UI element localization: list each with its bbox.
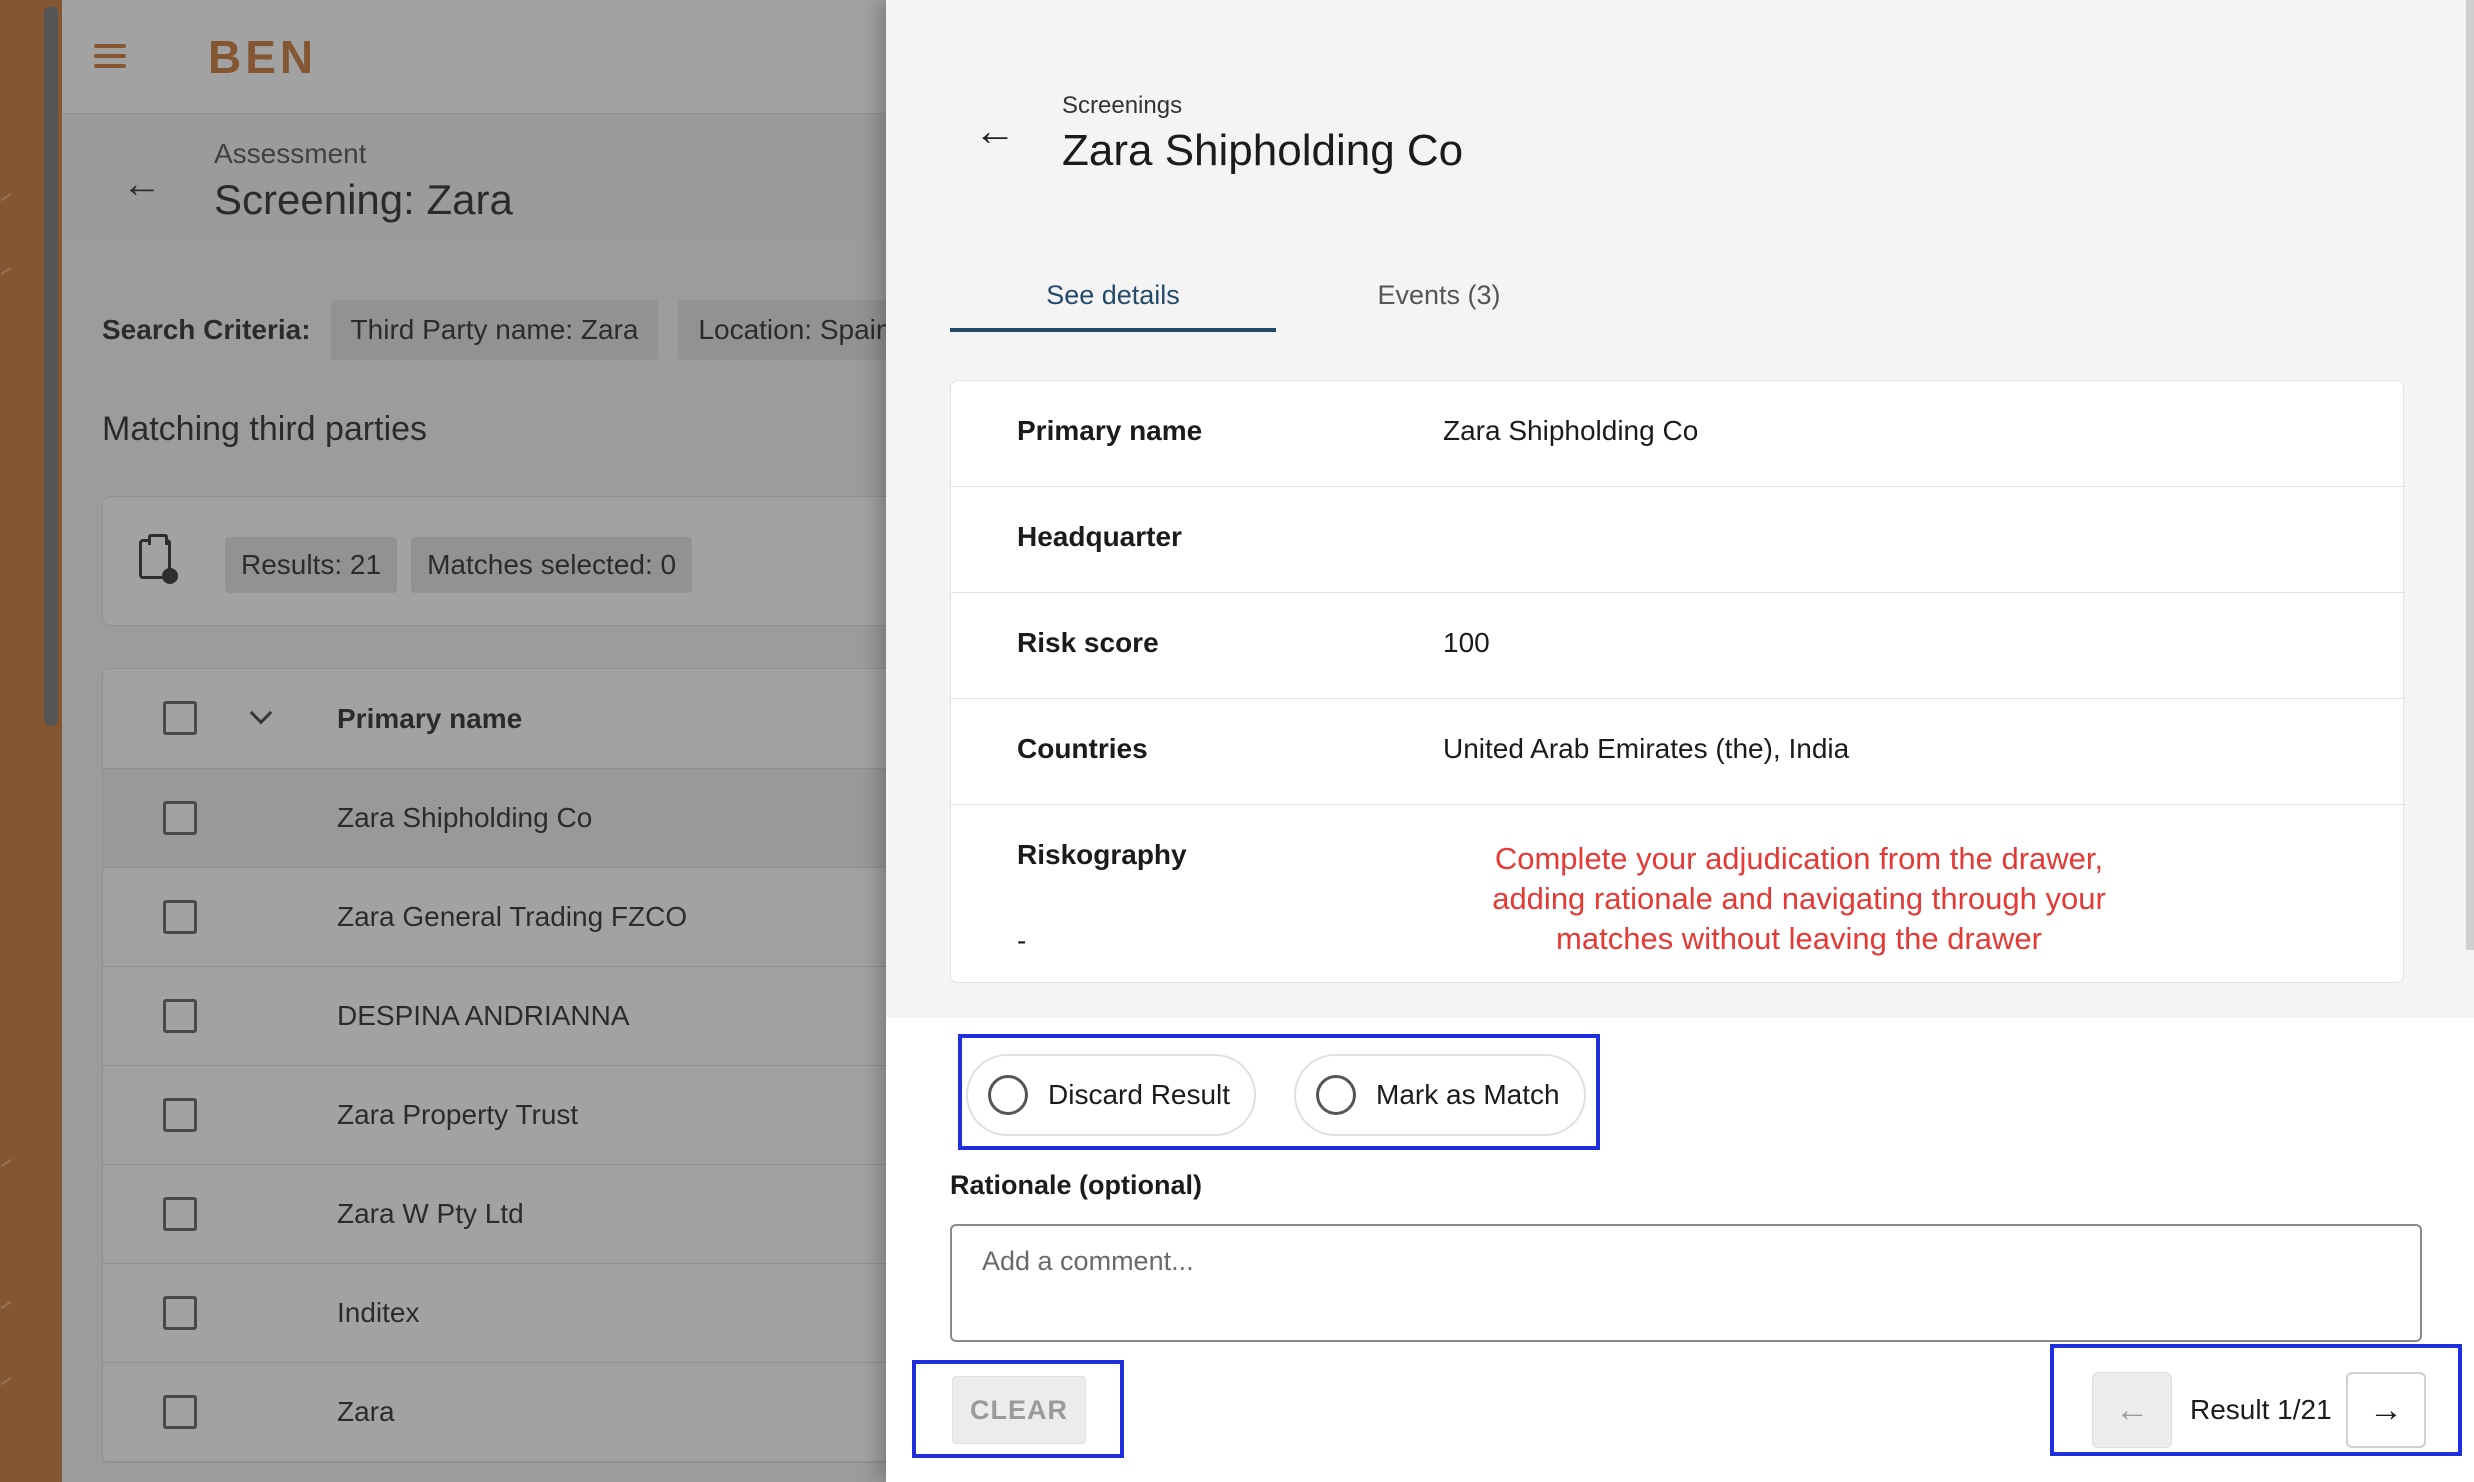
detail-row-primary-name: Primary name Zara Shipholding Co xyxy=(951,381,2405,487)
detail-value: Zara Shipholding Co xyxy=(1443,415,1699,446)
rationale-input[interactable] xyxy=(950,1224,2422,1342)
detail-row-headquarter: Headquarter xyxy=(951,487,2405,593)
drawer-eyebrow: Screenings xyxy=(1062,92,1183,119)
option-label: Discard Result xyxy=(1048,1079,1231,1110)
detail-row-risk-score: Risk score 100 xyxy=(951,593,2405,699)
option-label: Mark as Match xyxy=(1376,1079,1560,1110)
pager-highlight: ← Result 1/21 → xyxy=(2050,1344,2462,1456)
arrow-left-icon: ← xyxy=(2115,1390,2149,1429)
drawer-tabs: See details Events (3) xyxy=(950,270,2390,332)
mark-as-match-option[interactable]: Mark as Match xyxy=(1294,1054,1586,1136)
detail-row-countries: Countries United Arab Emirates (the), In… xyxy=(951,699,2405,805)
discard-result-option[interactable]: Discard Result xyxy=(966,1054,1257,1136)
next-result-button[interactable]: → xyxy=(2346,1372,2426,1448)
radio-button[interactable] xyxy=(1316,1075,1356,1115)
detail-value: United Arab Emirates (the), India xyxy=(1443,733,1850,764)
previous-result-button[interactable]: ← xyxy=(2092,1372,2172,1448)
detail-label: Headquarter xyxy=(1017,521,1182,552)
radio-button[interactable] xyxy=(988,1075,1028,1115)
annotation-callout: Complete your adjudication from the draw… xyxy=(1492,841,2106,956)
drawer-content: ← Screenings Zara Shipholding Co See det… xyxy=(886,0,2474,1018)
detail-value: 100 xyxy=(1443,627,1490,658)
adjudication-options-highlight: Discard Result Mark as Match xyxy=(958,1034,1600,1150)
result-counter: Result 1/21 xyxy=(2190,1394,2332,1425)
detail-label: Primary name xyxy=(1017,415,1203,446)
detail-value: - xyxy=(1017,925,1027,956)
details-drawer: ← Screenings Zara Shipholding Co See det… xyxy=(886,0,2474,1482)
tab-events[interactable]: Events (3) xyxy=(1276,270,1602,332)
drawer-title: Zara Shipholding Co xyxy=(1062,126,1464,175)
drawer-back-arrow-icon[interactable]: ← xyxy=(974,110,1016,152)
detail-row-riskography: Riskography - Complete your adjudication… xyxy=(951,805,2405,983)
clear-highlight: CLEAR xyxy=(912,1360,1124,1458)
drawer-scrollbar[interactable] xyxy=(2466,0,2474,950)
details-card: Primary name Zara Shipholding Co Headqua… xyxy=(950,380,2405,983)
tab-see-details[interactable]: See details xyxy=(950,270,1276,332)
detail-label: Risk score xyxy=(1017,627,1159,658)
detail-label: Riskography xyxy=(1017,839,1187,870)
clear-button[interactable]: CLEAR xyxy=(952,1376,1086,1444)
arrow-right-icon: → xyxy=(2369,1390,2403,1429)
rationale-label: Rationale (optional) xyxy=(950,1170,1202,1200)
detail-label: Countries xyxy=(1017,733,1148,764)
